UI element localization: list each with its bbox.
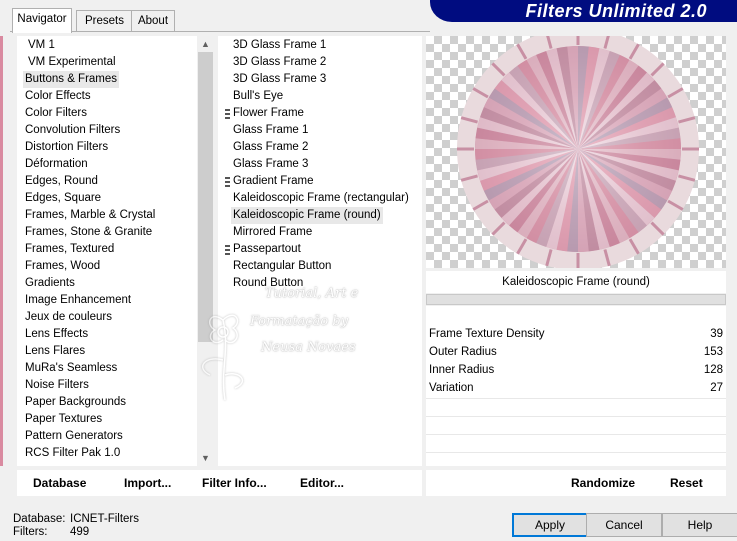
category-item[interactable]: VM 1: [28, 37, 55, 54]
param-divider: [426, 398, 726, 399]
category-item[interactable]: Gradients: [25, 275, 75, 292]
filter-item[interactable]: Gradient Frame: [233, 173, 314, 190]
category-item[interactable]: Convolution Filters: [25, 122, 120, 139]
filter-item[interactable]: Flower Frame: [233, 105, 304, 122]
param-variation[interactable]: Variation 27: [429, 379, 723, 397]
category-item[interactable]: Noise Filters: [25, 377, 89, 394]
filter-item[interactable]: Kaleidoscopic Frame (rectangular): [233, 190, 409, 207]
param-outer-radius[interactable]: Outer Radius 153: [429, 343, 723, 361]
app-banner: Filters Unlimited 2.0: [430, 0, 737, 22]
scroll-down-icon[interactable]: ▼: [197, 450, 214, 466]
category-item[interactable]: Color Effects: [25, 88, 91, 105]
filter-item[interactable]: Glass Frame 1: [233, 122, 308, 139]
category-item[interactable]: MuRa's Seamless: [25, 360, 117, 377]
category-item[interactable]: Image Enhancement: [25, 292, 131, 309]
filter-item[interactable]: Kaleidoscopic Frame (round): [231, 207, 383, 224]
grip-icon: [225, 109, 230, 119]
tab-presets[interactable]: Presets: [76, 10, 133, 31]
category-item[interactable]: Lens Effects: [25, 326, 88, 343]
apply-button[interactable]: Apply: [512, 513, 588, 537]
filter-item[interactable]: 3D Glass Frame 2: [233, 54, 326, 71]
category-item[interactable]: Edges, Square: [25, 190, 101, 207]
param-frame-texture-density[interactable]: Frame Texture Density 39: [429, 325, 723, 343]
category-item[interactable]: Paper Backgrounds: [25, 394, 126, 411]
category-item[interactable]: Déformation: [25, 156, 88, 173]
preview-image: [457, 28, 699, 270]
help-button[interactable]: Help: [662, 513, 737, 537]
filter-item[interactable]: Passepartout: [233, 241, 301, 258]
import-button[interactable]: Import...: [124, 476, 171, 490]
category-item[interactable]: Frames, Marble & Crystal: [25, 207, 155, 224]
flower-watermark-icon: [202, 314, 244, 401]
filter-preview: [426, 28, 726, 270]
category-item[interactable]: RCS Filter Pak 1.0: [25, 445, 120, 462]
reset-button[interactable]: Reset: [670, 476, 703, 490]
category-item[interactable]: Frames, Wood: [25, 258, 100, 275]
action-toolbar: Randomize Reset: [426, 470, 726, 496]
category-item[interactable]: Distortion Filters: [25, 139, 108, 156]
parameter-panel: Frame Texture Density 39 Outer Radius 153 …: [426, 306, 726, 466]
database-button[interactable]: Database: [33, 476, 86, 490]
category-list[interactable]: VM 1 VM Experimental Buttons & Frames Color…: [17, 36, 213, 466]
category-item[interactable]: Lens Flares: [25, 343, 85, 360]
scroll-up-icon[interactable]: ▲: [197, 36, 214, 52]
filter-item[interactable]: Mirrored Frame: [233, 224, 312, 241]
filter-item[interactable]: Bull's Eye: [233, 88, 283, 105]
cancel-button[interactable]: Cancel: [586, 513, 662, 537]
category-item[interactable]: Paper Textures: [25, 411, 102, 428]
tab-navigator[interactable]: Navigator: [12, 8, 72, 33]
tab-about[interactable]: About: [131, 10, 175, 31]
filters-label: Filters:: [13, 526, 48, 538]
filter-item[interactable]: Glass Frame 2: [233, 139, 308, 156]
filter-item[interactable]: Glass Frame 3: [233, 156, 308, 173]
category-item[interactable]: Frames, Textured: [25, 241, 114, 258]
window-edge: [0, 36, 3, 466]
preset-bar[interactable]: [426, 294, 726, 305]
grip-icon: [225, 177, 230, 187]
param-divider: [426, 416, 726, 417]
filters-count: 499: [70, 526, 90, 538]
category-item[interactable]: Pattern Generators: [25, 428, 123, 445]
category-item[interactable]: VM Experimental: [28, 54, 116, 71]
database-value: ICNET-Filters: [70, 513, 139, 525]
watermark-signature: Tutorial, Art e Formatação by Neusa Nova…: [185, 280, 385, 410]
list-toolbar: Database Import... Filter Info... Editor…: [17, 470, 422, 496]
param-divider: [426, 434, 726, 435]
category-item[interactable]: Edges, Round: [25, 173, 98, 190]
randomize-button[interactable]: Randomize: [571, 476, 635, 490]
filter-item[interactable]: 3D Glass Frame 3: [233, 71, 326, 88]
category-item[interactable]: Frames, Stone & Granite: [25, 224, 152, 241]
category-item[interactable]: Buttons & Frames: [23, 71, 120, 88]
param-inner-radius[interactable]: Inner Radius 128: [429, 361, 723, 379]
database-label: Database:: [13, 513, 66, 525]
editor-button[interactable]: Editor...: [300, 476, 344, 490]
param-divider: [426, 452, 726, 453]
filter-info-button[interactable]: Filter Info...: [202, 476, 267, 490]
category-item[interactable]: Jeux de couleurs: [25, 309, 112, 326]
category-item[interactable]: Color Filters: [25, 105, 87, 122]
selected-filter-name: Kaleidoscopic Frame (round): [426, 271, 726, 293]
filter-item[interactable]: 3D Glass Frame 1: [233, 37, 326, 54]
app-title: Filters Unlimited 2.0: [525, 1, 707, 21]
filter-item[interactable]: Rectangular Button: [233, 258, 331, 275]
tab-divider: [10, 31, 430, 32]
grip-icon: [225, 245, 230, 255]
